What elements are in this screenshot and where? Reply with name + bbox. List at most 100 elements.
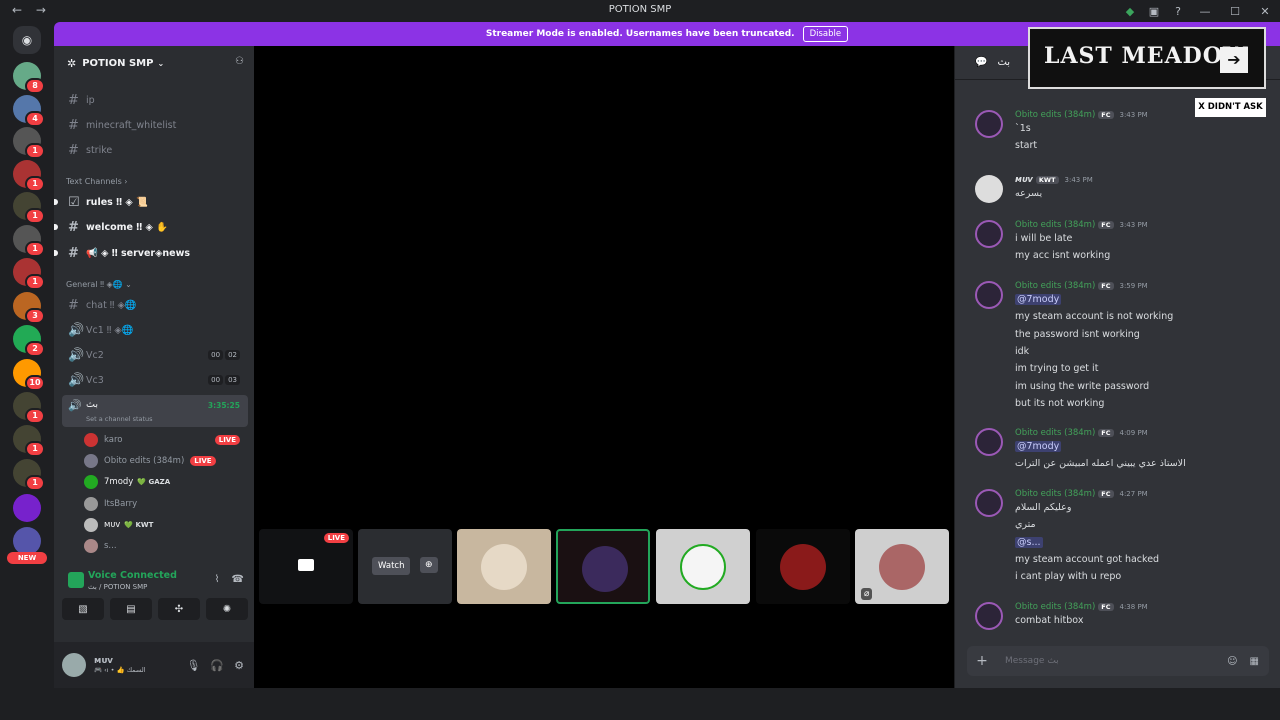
server-icon[interactable]: 10 <box>13 359 45 391</box>
channel-welcome[interactable]: # welcome ‼ ◈ ✋ <box>54 216 248 238</box>
guild-tag: FC <box>1098 429 1114 437</box>
user-mention[interactable]: @7mody <box>1015 294 1062 305</box>
live-badge: LIVE <box>323 533 349 543</box>
avatar[interactable] <box>975 489 1003 517</box>
server-icon[interactable]: 1 <box>13 192 45 224</box>
server-icon[interactable] <box>13 494 41 522</box>
avatar[interactable] <box>975 281 1003 309</box>
server-header[interactable]: ✲ POTION SMP ⌄ ⚇ <box>54 46 254 80</box>
server-icon[interactable]: 1 <box>13 459 45 491</box>
server-icon[interactable]: 1 <box>13 258 45 290</box>
camera-off-icon[interactable]: ▧ <box>62 598 104 620</box>
maximize-icon[interactable]: ☐ <box>1220 0 1250 22</box>
message-author[interactable]: Obito edits (384m) <box>1015 602 1095 612</box>
channel-minecraft-whitelist[interactable]: # minecraft_whitelist <box>62 114 248 136</box>
channel-chat[interactable]: # chat ‼ ◈🌐 <box>62 294 248 316</box>
server-icon[interactable]: 3 <box>13 292 45 324</box>
stream-tile-self[interactable]: LIVE <box>259 529 353 604</box>
settings-icon[interactable]: ⚙ <box>234 659 244 672</box>
inbox-icon[interactable]: ▣ <box>1142 0 1166 22</box>
noise-suppression-icon[interactable]: ⌇ <box>215 574 220 585</box>
voice-user[interactable]: karo LIVE <box>84 430 248 450</box>
server-icon[interactable]: 1 <box>13 425 45 457</box>
hash-icon: # <box>68 297 79 313</box>
home-button[interactable]: ◉ <box>13 26 41 54</box>
user-mention[interactable]: @s... <box>1015 536 1043 548</box>
voice-channel-vc1[interactable]: 🔊 Vc1 ‼ ◈🌐 <box>62 319 248 341</box>
avatar[interactable] <box>975 110 1003 138</box>
channel-server-news[interactable]: # 📢 ◈ ‼ server◈news <box>54 242 248 264</box>
channel-strike[interactable]: # strike <box>62 139 248 161</box>
voice-user-name: Obito edits (384m) <box>104 456 185 466</box>
screen-share-icon[interactable]: ▤ <box>110 598 152 620</box>
message-author[interactable]: Obito edits (384m) <box>1015 489 1095 499</box>
message-author[interactable]: Obito edits (384m) <box>1015 281 1095 291</box>
emoji-icon[interactable]: ☺ <box>1227 656 1237 667</box>
help-icon[interactable]: ? <box>1166 0 1190 22</box>
message-author[interactable]: ᴍᴜᴠ <box>1015 175 1033 185</box>
activities-icon[interactable]: ✣ <box>158 598 200 620</box>
microphone-icon[interactable]: 🎙 <box>186 659 200 672</box>
server-icon[interactable]: 8 <box>13 62 45 94</box>
message-timestamp: 3:43 PM <box>1119 221 1148 229</box>
participant-tile-speaking[interactable] <box>556 529 650 604</box>
close-icon[interactable]: ✕ <box>1250 0 1280 22</box>
server-icon[interactable]: 1 <box>13 160 45 192</box>
mention-badge: 1 <box>25 143 45 159</box>
chat-channel-name: بث <box>997 57 1011 68</box>
avatar[interactable] <box>62 653 86 677</box>
watch-button[interactable]: Watch <box>372 557 411 575</box>
mention-badge: 3 <box>25 308 45 324</box>
avatar[interactable] <box>975 220 1003 248</box>
voice-user[interactable]: s... <box>84 536 248 556</box>
participant-tile[interactable] <box>656 529 750 604</box>
server-icon[interactable]: 1 <box>13 225 45 257</box>
avatar[interactable] <box>975 428 1003 456</box>
plus-icon[interactable]: + <box>967 653 997 669</box>
channel-rules[interactable]: ☑ rules ‼ ◈ 📜 <box>54 191 248 213</box>
soundboard-icon[interactable]: ✺ <box>206 598 248 620</box>
headphones-icon[interactable]: 🎧 <box>210 659 224 672</box>
mention-badge: 4 <box>25 111 45 127</box>
voice-channel-vc2[interactable]: 🔊 Vc2 00 02 <box>62 344 248 366</box>
channel-ip[interactable]: # ip <box>62 89 248 111</box>
category-text-channels[interactable]: Text Channels › <box>66 177 127 186</box>
message-author[interactable]: Obito edits (384m) <box>1015 220 1095 230</box>
message-text: i will be late <box>1015 233 1073 244</box>
voice-connected-title[interactable]: Voice Connected <box>62 570 177 581</box>
disable-button[interactable]: Disable <box>802 26 849 42</box>
message-author[interactable]: Obito edits (384m) <box>1015 428 1095 438</box>
server-icon[interactable]: 2 <box>13 325 45 357</box>
nitro-icon[interactable]: ◆ <box>1118 0 1142 22</box>
voice-user[interactable]: ItsBarry <box>84 494 248 514</box>
mention-badge: 1 <box>25 176 45 192</box>
voice-user[interactable]: 7mody 💚 GAZA <box>84 472 248 492</box>
voice-channel-vc3[interactable]: 🔊 Vc3 00 03 <box>62 369 248 391</box>
server-icon[interactable]: 1 <box>13 392 45 424</box>
category-general[interactable]: General ‼ ◈🌐 ⌄ <box>66 280 132 289</box>
participant-tile[interactable]: ⌀ <box>855 529 949 604</box>
server-icon[interactable]: 1 <box>13 127 45 159</box>
add-user-icon[interactable]: ⚇ <box>235 56 244 67</box>
message-input[interactable] <box>1005 656 1205 666</box>
stream-tile-watch[interactable]: Watch ⊕ <box>358 529 452 604</box>
last-meadow-overlay[interactable]: LAST MEADOW ➔ <box>1028 27 1266 89</box>
channel-status[interactable]: Set a channel status <box>86 415 153 423</box>
avatar[interactable] <box>975 602 1003 630</box>
overlay-note: X DIDN'T ASK <box>1195 98 1266 117</box>
zoom-icon[interactable]: ⊕ <box>420 557 438 573</box>
participant-tile[interactable] <box>457 529 551 604</box>
user-mention[interactable]: @7mody <box>1015 441 1062 452</box>
server-icon[interactable]: 4 <box>13 95 45 127</box>
server-icon[interactable] <box>13 527 41 555</box>
voice-user[interactable]: ᴍᴜᴠ 💚 KWT <box>84 515 248 535</box>
disconnect-icon[interactable]: ☎ <box>232 574 244 585</box>
message-author[interactable]: Obito edits (384m) <box>1015 110 1095 120</box>
minimize-icon[interactable]: — <box>1190 0 1220 22</box>
participant-tile[interactable] <box>756 529 850 604</box>
voice-user[interactable]: Obito edits (384m) LIVE <box>84 451 248 471</box>
unread-indicator <box>54 224 58 230</box>
avatar[interactable] <box>975 175 1003 203</box>
voice-channel-active[interactable]: 🔊 بث 3:35:25 Set a channel status <box>62 395 248 427</box>
apps-icon[interactable]: ▦ <box>1250 656 1259 667</box>
